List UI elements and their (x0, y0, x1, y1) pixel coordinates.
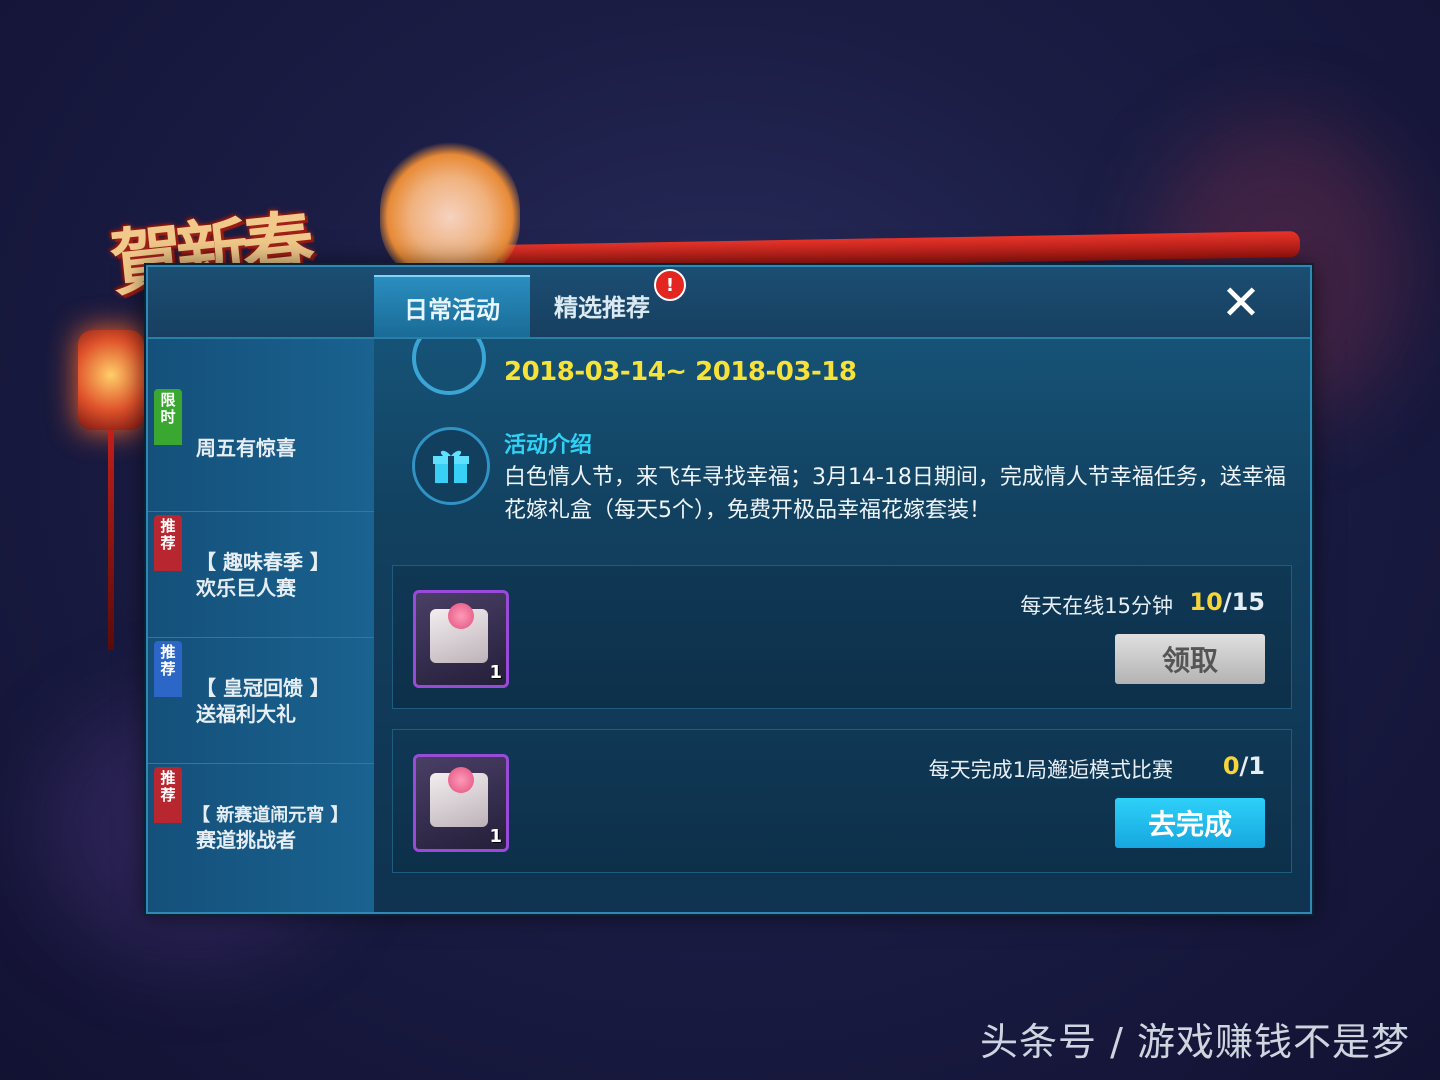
sidebar-item-subtitle: 欢乐巨人赛 (196, 576, 296, 600)
sidebar-item-new-track[interactable]: 推荐 【 新赛道闹元宵 】 赛道挑战者 (148, 763, 374, 889)
item-count: 1 (489, 826, 502, 847)
sidebar-item-subtitle: 赛道挑战者 (196, 828, 296, 852)
task-row: 1 每天完成1局邂逅模式比赛 0/1 去完成 (392, 729, 1292, 873)
character-portrait (380, 140, 520, 280)
item-count: 1 (489, 662, 502, 683)
reward-item-gift-box-icon[interactable]: 1 (413, 754, 509, 852)
event-date-range: 2018-03-14~ 2018-03-18 (504, 357, 857, 387)
activity-panel: 日常活动 精选推荐 ! ✕ 限时 周五有惊喜 推荐 【 趣味春季 】 欢乐巨人赛… (146, 265, 1312, 914)
close-button[interactable]: ✕ (1210, 275, 1272, 331)
progress-current: 0 (1222, 752, 1240, 780)
limited-tag: 限时 (154, 389, 182, 445)
recommend-tag: 推荐 (154, 515, 182, 571)
flower-icon (448, 767, 474, 793)
go-complete-button[interactable]: 去完成 (1115, 798, 1265, 848)
progress-current: 10 (1189, 588, 1223, 616)
progress-separator: / (1222, 588, 1232, 616)
task-description: 每天在线15分钟 (1020, 594, 1173, 618)
sidebar-item-fun-spring[interactable]: 推荐 【 趣味春季 】 欢乐巨人赛 (148, 511, 374, 638)
flower-icon (448, 603, 474, 629)
sidebar: 限时 周五有惊喜 推荐 【 趣味春季 】 欢乐巨人赛 推荐 【 皇冠回馈 】 送… (148, 339, 374, 912)
intro-title: 活动介绍 (504, 433, 593, 458)
activity-content: 2018-03-14~ 2018-03-18 活动介绍 白色情人节，来飞车寻找幸… (374, 339, 1310, 912)
progress-total: 1 (1248, 752, 1265, 780)
sidebar-item-friday-surprise[interactable]: 限时 周五有惊喜 (148, 385, 374, 512)
lantern-icon (78, 330, 144, 430)
recommend-tag: 推荐 (154, 641, 182, 697)
watermark: 头条号 / 游戏赚钱不是梦 (980, 1020, 1410, 1064)
claim-button[interactable]: 领取 (1115, 634, 1265, 684)
recommend-tag: 推荐 (154, 767, 182, 823)
sidebar-item-title: 周五有惊喜 (196, 436, 296, 460)
task-progress: 0/1 (1223, 752, 1265, 780)
progress-separator: / (1239, 752, 1249, 780)
tab-featured[interactable]: 精选推荐 (532, 275, 672, 335)
sidebar-item-title: 【 新赛道闹元宵 】 (192, 805, 349, 826)
intro-text: 白色情人节，来飞车寻找幸福；3月14-18日期间，完成情人节幸福任务，送幸福花嫁… (504, 465, 1286, 523)
panel-header: 日常活动 精选推荐 ! ✕ (148, 267, 1310, 339)
reward-item-gift-box-icon[interactable]: 1 (413, 590, 509, 688)
sidebar-item-subtitle: 送福利大礼 (196, 702, 296, 726)
sidebar-item-crown-reward[interactable]: 推荐 【 皇冠回馈 】 送福利大礼 (148, 637, 374, 764)
task-row: 1 每天在线15分钟 10/15 领取 (392, 565, 1292, 709)
progress-total: 15 (1231, 588, 1265, 616)
lantern-tassel (108, 430, 114, 650)
gift-icon (412, 427, 490, 505)
sidebar-item-title: 【 皇冠回馈 】 (196, 676, 330, 700)
alert-badge-icon: ! (654, 269, 686, 301)
tab-daily-activity[interactable]: 日常活动 (374, 275, 530, 337)
task-description: 每天完成1局邂逅模式比赛 (928, 758, 1173, 782)
task-progress: 10/15 (1189, 588, 1265, 616)
sidebar-item-title: 【 趣味春季 】 (196, 550, 330, 574)
